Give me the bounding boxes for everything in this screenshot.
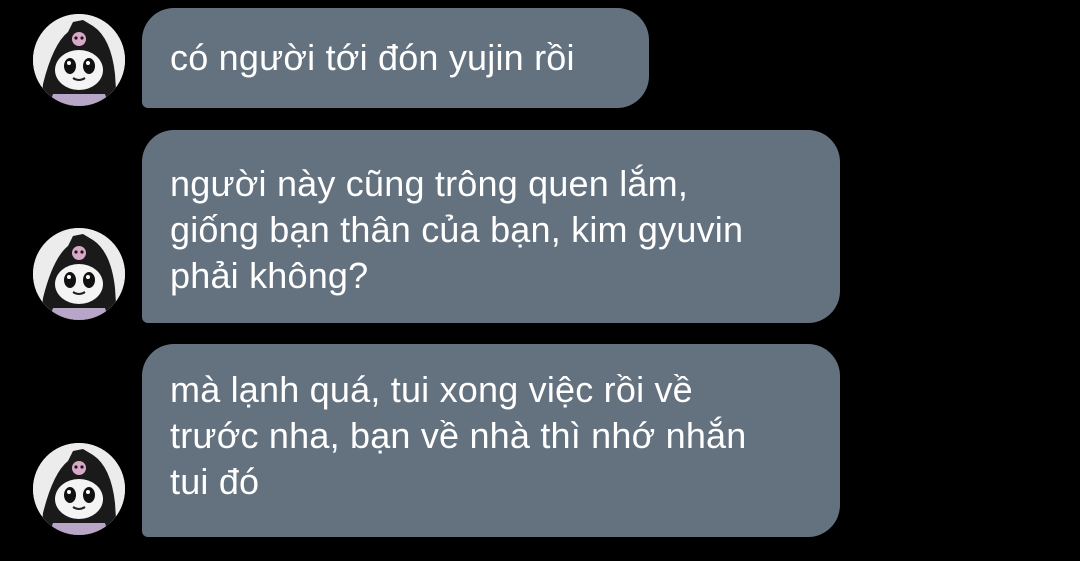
message-bubble[interactable]: mà lạnh quá, tui xong việc rồi về trước … xyxy=(142,344,840,537)
message-text: tui đó xyxy=(170,461,260,502)
kuromi-avatar-icon xyxy=(33,14,125,106)
sender-avatar[interactable] xyxy=(33,443,125,535)
message-text: trước nha, bạn về nhà thì nhớ nhắn xyxy=(170,415,747,456)
message-text: mà lạnh quá, tui xong việc rồi về xyxy=(170,369,693,410)
message-text: có người tới đón yujin rồi xyxy=(170,37,575,78)
kuromi-avatar-icon xyxy=(33,228,125,320)
sender-avatar[interactable] xyxy=(33,228,125,320)
message-bubble[interactable]: người này cũng trông quen lắm, giống bạn… xyxy=(142,130,840,323)
sender-avatar[interactable] xyxy=(33,14,125,106)
kuromi-avatar-icon xyxy=(33,443,125,535)
message-text: người này cũng trông quen lắm, xyxy=(170,163,689,204)
message-text: phải không? xyxy=(170,255,369,296)
message-bubble[interactable]: có người tới đón yujin rồi xyxy=(142,8,649,108)
message-text: giống bạn thân của bạn, kim gyuvin xyxy=(170,209,744,250)
